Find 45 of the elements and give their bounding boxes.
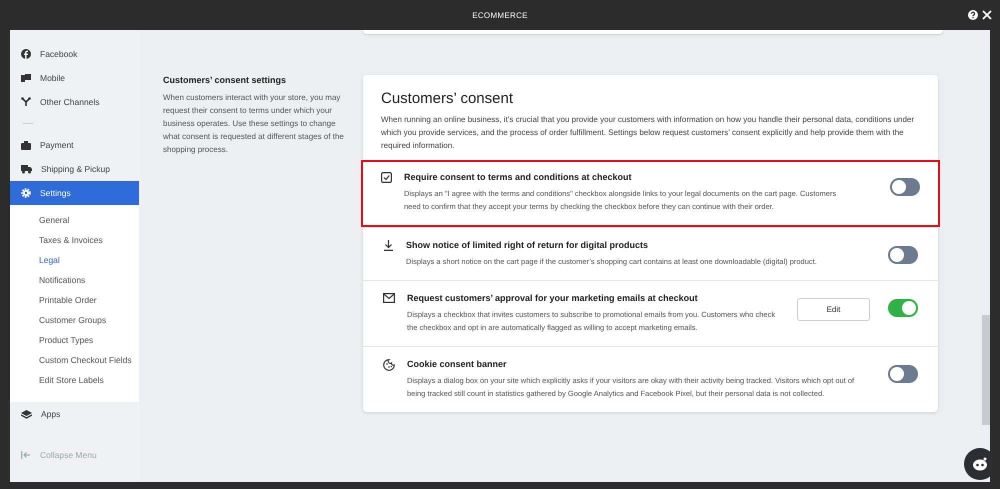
setting-title: Show notice of limited right of return for digital products — [406, 240, 649, 250]
cookie-icon — [383, 359, 395, 371]
card-description: When running an online business, it’s crucial that you provide your customers with information on how you handle their personal data, conditions under which you provide services, and the process of order fulfillment. Settings below request customers’ consent explicitly and help provide them with the required information. — [381, 114, 916, 152]
edit-button[interactable]: Edit — [797, 298, 870, 321]
submenu-item[interactable]: Custom Checkout Fields — [10, 350, 139, 370]
sidebar-item[interactable]: Mobile — [10, 66, 139, 90]
download-icon — [383, 240, 394, 251]
toggle-switch[interactable] — [888, 246, 918, 264]
facebook-icon — [21, 49, 31, 59]
close-icon[interactable] — [982, 10, 992, 20]
sidebar-item[interactable]: Facebook — [10, 42, 139, 66]
mobile-icon — [21, 73, 31, 83]
submenu-item[interactable]: Product Types — [10, 330, 139, 350]
stack-icon — [21, 410, 32, 418]
submenu-item[interactable]: Taxes & Invoices — [10, 230, 139, 250]
envelope-icon — [383, 293, 395, 303]
submenu-item[interactable]: Notifications — [10, 270, 139, 290]
collapse-icon — [21, 451, 31, 459]
section-title: Customers’ consent settings — [163, 75, 288, 85]
toggle-switch[interactable] — [890, 178, 920, 196]
submenu-item[interactable]: Printable Order — [10, 290, 139, 310]
submenu-item[interactable]: Customer Groups — [10, 310, 139, 330]
submenu-item[interactable]: Legal — [10, 250, 139, 270]
section-description: When customers interact with your store, you may request their consent to terms under which your business operates. Use these settings to change what consent is requested at different stages of the shopping process. — [163, 92, 345, 156]
toggle-switch[interactable] — [888, 299, 918, 317]
branch-icon — [21, 97, 31, 107]
sidebar-item[interactable]: Other Channels — [10, 90, 139, 114]
checkbox-icon — [381, 172, 392, 183]
submenu-item[interactable]: General — [10, 210, 139, 230]
truck-icon — [21, 164, 32, 174]
help-icon[interactable] — [968, 10, 978, 20]
chat-bot-icon[interactable] — [964, 448, 990, 480]
setting-title: Require consent to terms and conditions at checkout — [404, 172, 633, 182]
sidebar-item[interactable]: Apps — [10, 402, 139, 426]
sidebar-item[interactable]: Settings — [10, 181, 139, 205]
setting-title: Request customers’ approval for your marketing emails at checkout — [407, 293, 699, 303]
setting-title: Cookie consent banner — [407, 359, 508, 369]
submenu-item[interactable]: Edit Store Labels — [10, 370, 139, 390]
toggle-switch[interactable] — [888, 365, 918, 383]
sidebar-item[interactable]: Payment — [10, 133, 139, 157]
gear-icon — [21, 188, 31, 198]
sidebar-item[interactable]: Shipping & Pickup — [10, 157, 139, 181]
wallet-icon — [21, 140, 31, 150]
card-title: Customers’ consent — [381, 90, 514, 107]
window-title: ECOMMERCE — [472, 10, 528, 20]
